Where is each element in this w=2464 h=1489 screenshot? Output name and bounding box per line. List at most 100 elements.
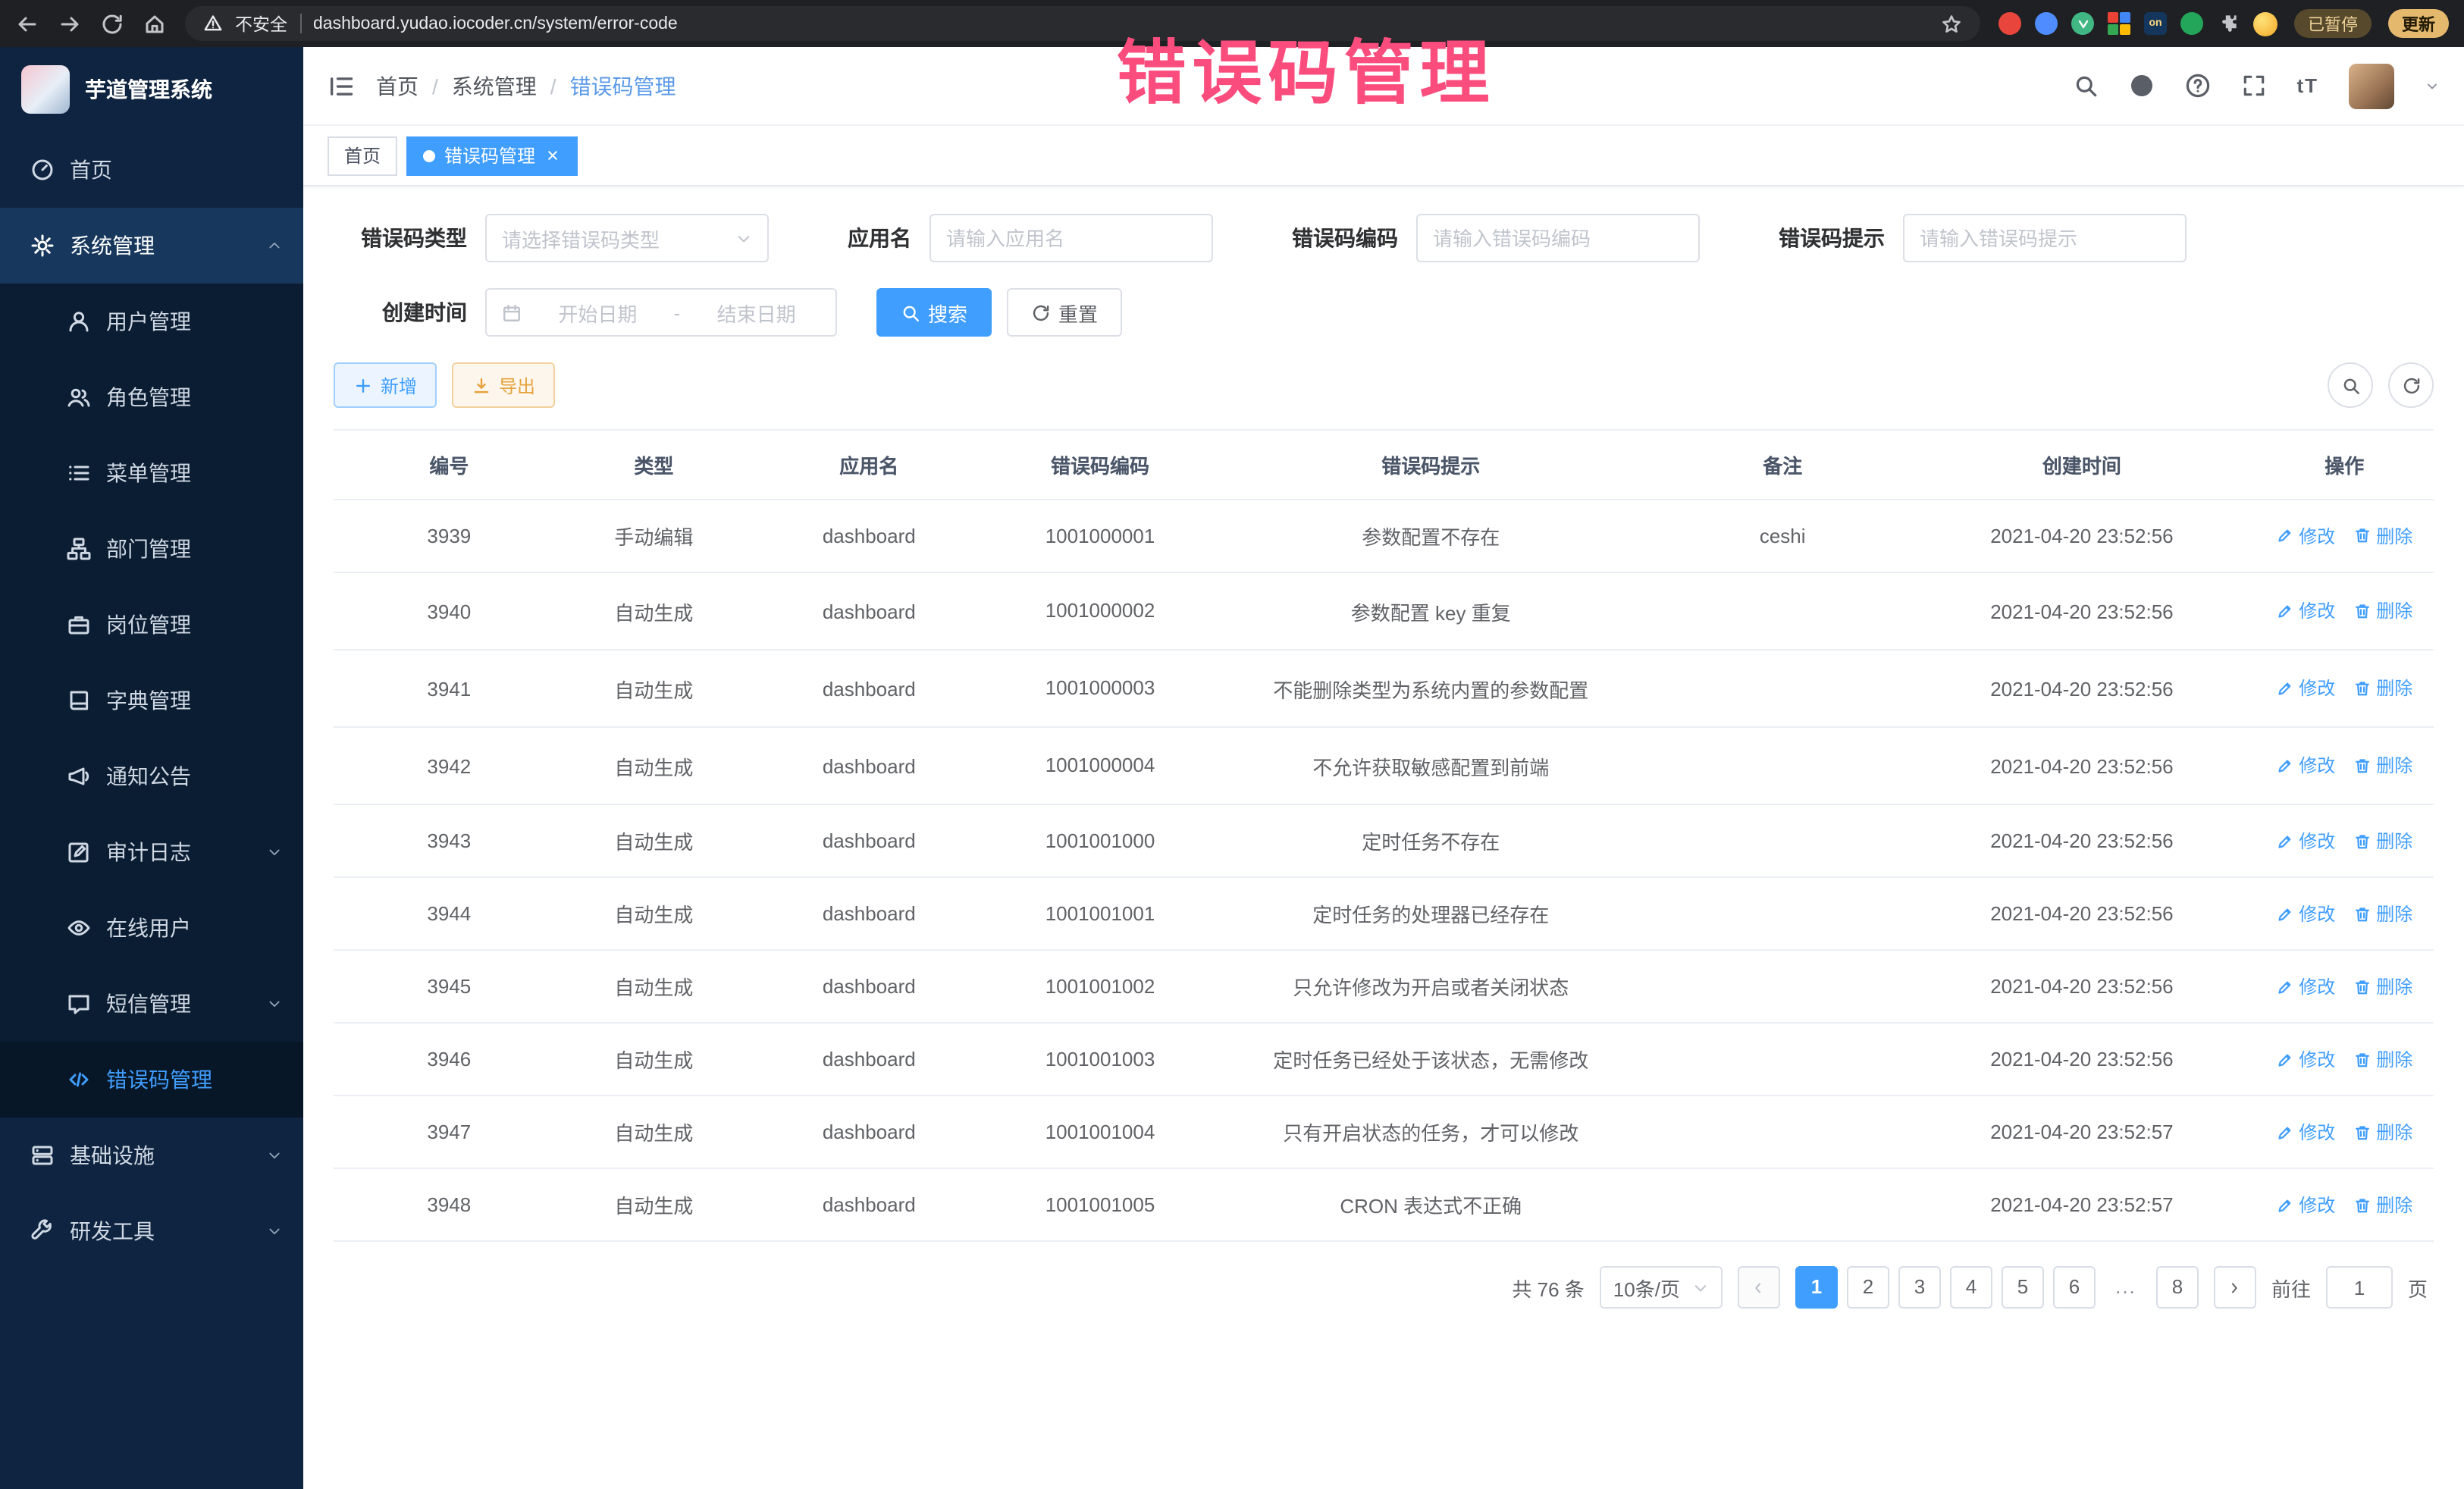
- edit-link[interactable]: 修改: [2276, 973, 2335, 999]
- pager-ellipsis[interactable]: ...: [2105, 1267, 2147, 1309]
- help-icon[interactable]: [2184, 73, 2210, 99]
- cell-code: 1001000001: [995, 500, 1205, 572]
- sidebar-item-home[interactable]: 首页: [0, 132, 303, 208]
- pager-page-3[interactable]: 3: [1898, 1267, 1941, 1309]
- bookmark-star-icon[interactable]: [1941, 13, 1962, 34]
- collapse-menu-icon[interactable]: [328, 72, 355, 99]
- delete-link[interactable]: 删除: [2353, 973, 2412, 999]
- delete-link[interactable]: 删除: [2353, 1119, 2412, 1145]
- app-name-input[interactable]: [929, 214, 1213, 262]
- edit-link[interactable]: 修改: [2276, 1046, 2335, 1072]
- filter-app-label: 应用名: [848, 223, 911, 253]
- extensions-puzzle-icon[interactable]: [2217, 12, 2240, 35]
- edit-link[interactable]: 修改: [2276, 901, 2335, 926]
- pager-page-1[interactable]: 1: [1795, 1267, 1838, 1309]
- delete-link[interactable]: 删除: [2353, 828, 2412, 854]
- breadcrumb-item[interactable]: 系统管理: [452, 71, 537, 101]
- pager-page-5[interactable]: 5: [2002, 1267, 2044, 1309]
- address-bar[interactable]: 不安全 dashboard.yudao.iocoder.cn/system/er…: [185, 6, 1980, 41]
- search-button[interactable]: 搜索: [876, 288, 992, 337]
- sidebar-logo[interactable]: 芋道管理系统: [0, 47, 303, 132]
- forward-icon[interactable]: [58, 11, 82, 36]
- delete-link[interactable]: 删除: [2353, 1192, 2412, 1218]
- sidebar-item-menu[interactable]: 菜单管理: [0, 435, 303, 511]
- extension-red-icon[interactable]: [1998, 12, 2021, 35]
- cell-app: dashboard: [743, 805, 995, 878]
- refresh-button[interactable]: [2388, 362, 2434, 408]
- paused-badge[interactable]: 已暂停: [2294, 9, 2372, 38]
- profile-emoji-avatar[interactable]: [2253, 11, 2277, 36]
- cell-remark: [1657, 650, 1908, 727]
- pager-prev-button[interactable]: [1738, 1267, 1780, 1309]
- cell-type: 自动生成: [565, 805, 743, 878]
- error-msg-input[interactable]: [1903, 214, 2187, 262]
- tab-close-icon[interactable]: [544, 147, 561, 164]
- toggle-search-button[interactable]: [2328, 362, 2373, 408]
- update-button[interactable]: 更新: [2388, 9, 2449, 38]
- sidebar-item-errorcode[interactable]: 错误码管理: [0, 1042, 303, 1118]
- sidebar-item-user[interactable]: 用户管理: [0, 284, 303, 359]
- tab[interactable]: 首页: [328, 136, 397, 175]
- reload-icon[interactable]: [100, 11, 124, 36]
- sidebar-item-devtools[interactable]: 研发工具: [0, 1193, 303, 1269]
- sidebar-item-label: 菜单管理: [106, 458, 191, 488]
- delete-link[interactable]: 删除: [2353, 753, 2412, 779]
- pager-next-button[interactable]: [2214, 1267, 2256, 1309]
- delete-link[interactable]: 删除: [2353, 1046, 2412, 1072]
- pager-page-2[interactable]: 2: [1847, 1267, 1889, 1309]
- error-code-input[interactable]: [1416, 214, 1700, 262]
- error-type-select[interactable]: 请选择错误码类型: [485, 214, 769, 262]
- sidebar-item-notice[interactable]: 通知公告: [0, 738, 303, 814]
- search-icon[interactable]: [2072, 73, 2098, 99]
- edit-link[interactable]: 修改: [2276, 828, 2335, 854]
- sidebar-item-system[interactable]: 系统管理: [0, 208, 303, 284]
- sidebar-item-dept[interactable]: 部门管理: [0, 511, 303, 587]
- sidebar-item-dict[interactable]: 字典管理: [0, 663, 303, 738]
- home-icon[interactable]: [143, 11, 167, 36]
- sidebar-item-role[interactable]: 角色管理: [0, 359, 303, 435]
- sidebar-item-audit[interactable]: 审计日志: [0, 814, 303, 890]
- breadcrumb-item[interactable]: 首页: [376, 71, 419, 101]
- font-size-icon[interactable]: tT: [2296, 74, 2318, 97]
- extension-grid-icon[interactable]: [2108, 12, 2130, 35]
- reset-button[interactable]: 重置: [1007, 288, 1122, 337]
- sidebar-item-sms[interactable]: 短信管理: [0, 966, 303, 1042]
- pager-page-8[interactable]: 8: [2156, 1267, 2199, 1309]
- edit-link[interactable]: 修改: [2276, 523, 2335, 549]
- add-button[interactable]: 新增: [334, 362, 437, 408]
- delete-link[interactable]: 删除: [2353, 598, 2412, 624]
- pager-page-4[interactable]: 4: [1950, 1267, 1992, 1309]
- export-button[interactable]: 导出: [452, 362, 555, 408]
- pager-page-6[interactable]: 6: [2053, 1267, 2096, 1309]
- chat-icon: [67, 992, 91, 1016]
- date-range-picker[interactable]: 开始日期 - 结束日期: [485, 288, 837, 337]
- edit-link[interactable]: 修改: [2276, 1119, 2335, 1145]
- delete-link[interactable]: 删除: [2353, 523, 2412, 549]
- edit-link[interactable]: 修改: [2276, 676, 2335, 701]
- delete-link[interactable]: 删除: [2353, 676, 2412, 701]
- edit-link[interactable]: 修改: [2276, 598, 2335, 624]
- sidebar-item-online[interactable]: 在线用户: [0, 890, 303, 966]
- cell-id: 3948: [334, 1169, 565, 1242]
- delete-link-label: 删除: [2376, 1192, 2412, 1218]
- sidebar-item-infra[interactable]: 基础设施: [0, 1118, 303, 1193]
- user-icon: [67, 309, 91, 334]
- cell-actions: 修改删除: [2255, 878, 2434, 951]
- user-avatar[interactable]: [2349, 63, 2394, 108]
- sidebar-item-post[interactable]: 岗位管理: [0, 587, 303, 663]
- fullscreen-icon[interactable]: [2240, 73, 2266, 99]
- goto-page-input[interactable]: [2326, 1267, 2393, 1309]
- edit-link[interactable]: 修改: [2276, 753, 2335, 779]
- cell-remark: [1657, 727, 1908, 804]
- back-icon[interactable]: [15, 11, 39, 36]
- tab-active[interactable]: 错误码管理: [406, 136, 578, 175]
- extension-blue-icon[interactable]: [2035, 12, 2058, 35]
- extension-on-badge[interactable]: on: [2144, 12, 2167, 35]
- extension-vue-icon[interactable]: [2071, 12, 2094, 35]
- caret-down-icon[interactable]: [2425, 78, 2440, 93]
- extension-green-icon[interactable]: [2180, 12, 2203, 35]
- github-icon[interactable]: [2128, 73, 2154, 99]
- delete-link[interactable]: 删除: [2353, 901, 2412, 926]
- page-size-select[interactable]: 10条/页: [1600, 1267, 1723, 1309]
- edit-link[interactable]: 修改: [2276, 1192, 2335, 1218]
